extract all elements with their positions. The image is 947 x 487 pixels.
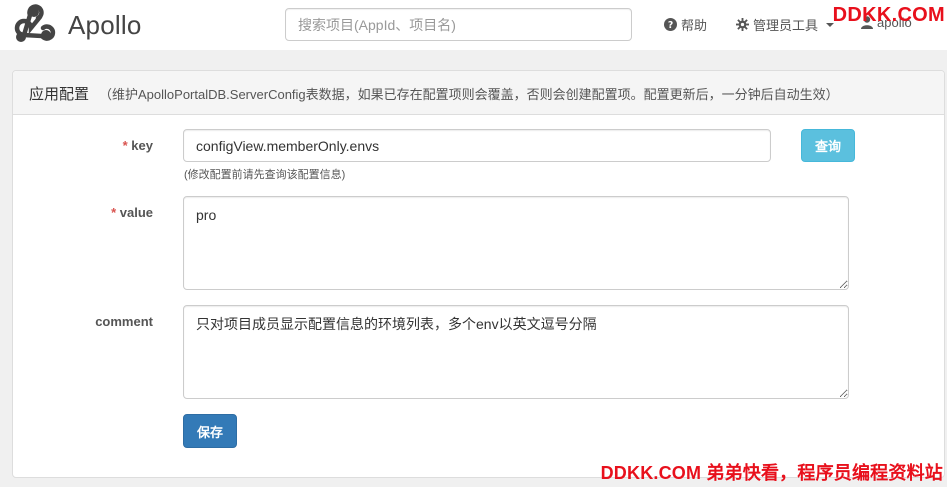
value-label: value xyxy=(119,205,153,220)
help-label: 帮助 xyxy=(681,18,708,33)
key-label-group: * key xyxy=(13,138,153,153)
comment-label: comment xyxy=(95,314,153,329)
value-textarea[interactable]: pro xyxy=(183,196,849,290)
query-button[interactable]: 查询 xyxy=(801,129,855,162)
admin-tools-dropdown[interactable]: 管理员工具 xyxy=(736,15,835,34)
panel-heading: 应用配置 （维护ApolloPortalDB.ServerConfig表数据，如… xyxy=(13,71,944,115)
panel-description: （维护ApolloPortalDB.ServerConfig表数据，如果已存在配… xyxy=(99,87,839,102)
comment-textarea[interactable]: 只对项目成员显示配置信息的环境列表，多个env以英文逗号分隔 xyxy=(183,305,849,399)
question-circle-icon: ? xyxy=(664,18,677,31)
required-mark: * xyxy=(111,205,117,220)
admin-tools-label: 管理员工具 xyxy=(753,18,819,33)
help-link[interactable]: ? 帮助 xyxy=(664,15,707,34)
save-button[interactable]: 保存 xyxy=(183,414,237,448)
key-help-text: (修改配置前请先查询该配置信息) xyxy=(184,169,346,181)
watermark-top: DDKK.COM xyxy=(832,4,945,26)
value-label-group: * value xyxy=(13,205,153,220)
app-config-panel: 应用配置 （维护ApolloPortalDB.ServerConfig表数据，如… xyxy=(12,70,945,478)
key-label: key xyxy=(131,138,153,153)
brand-name[interactable]: Apollo xyxy=(68,10,141,41)
key-input[interactable] xyxy=(183,129,771,162)
svg-text:?: ? xyxy=(668,20,673,31)
panel-title: 应用配置 xyxy=(29,86,90,103)
search-input[interactable] xyxy=(285,8,632,41)
required-mark: * xyxy=(122,138,128,153)
apollo-logo-icon[interactable] xyxy=(10,3,56,49)
navbar: Apollo ? 帮助 管理员工具 ap xyxy=(0,0,947,50)
watermark-bottom: DDKK.COM 弟弟快看，程序员编程资料站 xyxy=(600,463,943,483)
comment-label-group: comment xyxy=(13,314,153,329)
gear-icon xyxy=(736,18,749,31)
